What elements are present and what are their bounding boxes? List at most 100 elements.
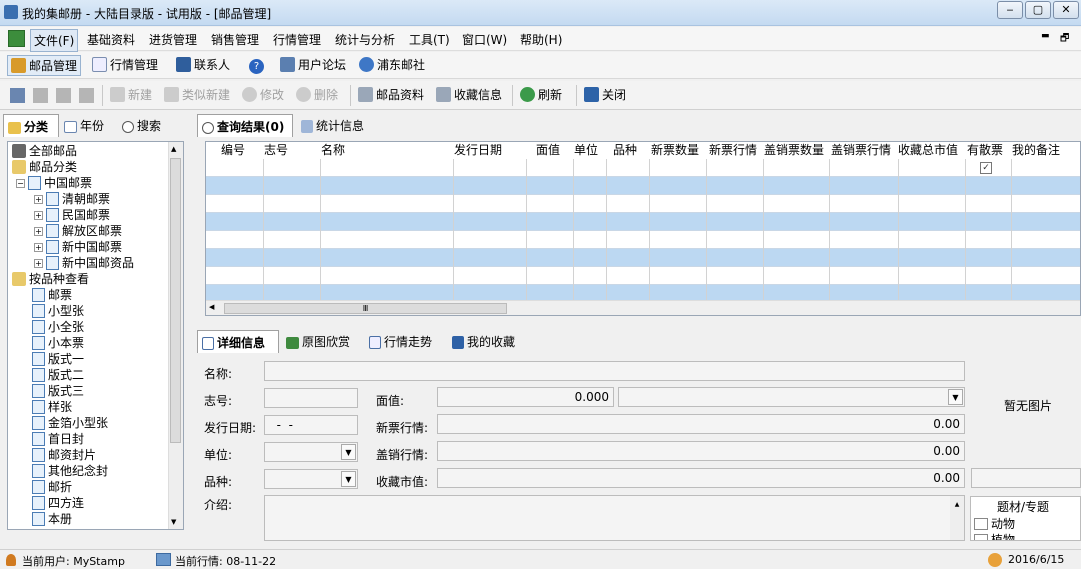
tree-collapse-icon[interactable] <box>33 88 48 103</box>
column-header[interactable]: 我的备注 <box>1012 142 1060 159</box>
intro-scrollbar[interactable]: ▲ <box>950 496 964 540</box>
tree-node-china[interactable]: − 中国邮票 <box>16 176 92 191</box>
scroll-thumb[interactable] <box>170 158 181 443</box>
tab-detail-info[interactable]: 详细信息 <box>197 330 279 353</box>
refresh-button[interactable]: 刷新 <box>520 87 562 103</box>
face-unit-select[interactable]: ▼ <box>618 387 965 407</box>
lock-icon[interactable] <box>56 88 71 103</box>
tab-my-collection[interactable]: 我的收藏 <box>448 330 528 353</box>
face-value-field[interactable]: 0.000 <box>437 387 614 407</box>
tree-expand-icon[interactable] <box>10 88 25 103</box>
tab-category[interactable]: 分类 <box>3 114 59 137</box>
code-field[interactable] <box>264 388 358 408</box>
theme-item-plant[interactable]: 植物 <box>974 531 1015 540</box>
expand-icon[interactable]: + <box>34 211 43 220</box>
tree-node-type[interactable]: 其他纪念封 <box>32 464 108 479</box>
help-button[interactable]: ? <box>246 55 267 76</box>
menu-help[interactable]: 帮助(H) <box>520 31 562 48</box>
column-header[interactable]: 新票行情 <box>709 142 757 159</box>
scroll-down-icon[interactable]: ▼ <box>171 518 176 526</box>
menu-stats[interactable]: 统计与分析 <box>335 31 395 48</box>
nav-user-forum[interactable]: 用户论坛 <box>277 55 349 76</box>
mdi-minimize-button[interactable]: ▬ <box>1041 31 1050 41</box>
close-doc-button[interactable]: 关闭 <box>584 87 626 103</box>
tree-settings-icon[interactable] <box>79 88 94 103</box>
column-header[interactable]: 面值 <box>536 142 560 159</box>
tab-search[interactable]: 搜索 <box>118 114 174 137</box>
column-header[interactable]: 盖销票数量 <box>764 142 824 159</box>
theme-list[interactable]: 题材/专题 动物 植物 <box>970 496 1081 541</box>
similar-new-button[interactable]: 类似新建 <box>164 87 230 103</box>
column-header[interactable]: 名称 <box>321 142 345 159</box>
column-header[interactable]: 编号 <box>221 142 245 159</box>
scroll-up-icon[interactable]: ▲ <box>171 145 176 153</box>
scroll-thumb[interactable]: Ⅲ <box>224 303 507 314</box>
table-row[interactable] <box>206 249 1080 267</box>
menu-file[interactable]: 文件(F) <box>30 29 79 52</box>
collection-info-button[interactable]: 收藏信息 <box>436 87 502 103</box>
expand-icon[interactable]: + <box>34 195 43 204</box>
tree-node-new-china[interactable]: + 新中国邮票 <box>34 240 122 255</box>
column-header[interactable]: 单位 <box>574 142 598 159</box>
tab-original-image[interactable]: 原图欣赏 <box>282 330 362 353</box>
tree-node-type[interactable]: 样张 <box>32 400 72 415</box>
tab-market-trend[interactable]: 行情走势 <box>365 330 445 353</box>
edit-button[interactable]: 修改 <box>242 87 284 103</box>
menu-market[interactable]: 行情管理 <box>273 31 321 48</box>
theme-item-animal[interactable]: 动物 <box>974 515 1015 532</box>
table-row[interactable] <box>206 267 1080 285</box>
maximize-button[interactable]: ▢ <box>1025 1 1051 19</box>
mdi-icon[interactable] <box>8 30 25 47</box>
tree-node-republic[interactable]: + 民国邮票 <box>34 208 110 223</box>
tree-node-type[interactable]: 邮票 <box>32 288 72 303</box>
menu-sales[interactable]: 销售管理 <box>211 31 259 48</box>
new-button[interactable]: 新建 <box>110 87 152 103</box>
tree-node-category-root[interactable]: 邮品分类 <box>12 160 77 175</box>
table-row[interactable] <box>206 213 1080 231</box>
column-header[interactable]: 志号 <box>264 142 288 159</box>
tree-node-type[interactable]: 小型张 <box>32 304 84 319</box>
expand-icon[interactable]: + <box>34 227 43 236</box>
loose-stamp-checkbox[interactable]: ✓ <box>980 162 992 174</box>
tree-node-by-type[interactable]: 按品种查看 <box>12 272 89 287</box>
grid-hscrollbar[interactable]: ◀ Ⅲ <box>206 300 1080 315</box>
tree-node-type[interactable]: 版式二 <box>32 368 84 383</box>
tree-node-type[interactable]: 版式三 <box>32 384 84 399</box>
chevron-down-icon[interactable]: ▼ <box>341 444 356 460</box>
mdi-restore-button[interactable]: 🗗 <box>1060 31 1069 48</box>
market-value-field[interactable]: 0.00 <box>437 468 965 488</box>
category-tree[interactable]: 全部邮品 邮品分类 − 中国邮票 + 清朝邮票 + 民国邮票 + 解放区邮票 + 新中国邮… <box>7 141 184 530</box>
delete-button[interactable]: 删除 <box>296 87 338 103</box>
table-row[interactable] <box>206 177 1080 195</box>
scroll-left-icon[interactable]: ◀ <box>209 303 214 311</box>
issue-date-field[interactable]: - - <box>264 415 358 435</box>
table-row[interactable] <box>206 231 1080 249</box>
tree-node-type[interactable]: 小本票 <box>32 336 84 351</box>
tree-node-type[interactable]: 四方连 <box>32 496 84 511</box>
collapse-icon[interactable]: − <box>16 179 25 188</box>
tree-node-qing[interactable]: + 清朝邮票 <box>34 192 110 207</box>
menu-basic-data[interactable]: 基础资料 <box>87 31 135 48</box>
column-header[interactable]: 有散票 <box>967 142 1003 159</box>
tree-node-new-china-postal[interactable]: + 新中国邮资品 <box>34 256 134 271</box>
tree-node-type[interactable]: 首日封 <box>32 432 84 447</box>
tree-scrollbar[interactable]: ▲ ▼ <box>168 142 183 529</box>
intro-field[interactable]: ▲ <box>264 495 965 541</box>
chevron-down-icon[interactable]: ▼ <box>341 471 356 487</box>
used-price-field[interactable]: 0.00 <box>437 441 965 461</box>
table-row[interactable]: ✓ <box>206 159 1080 177</box>
column-header[interactable]: 盖销票行情 <box>831 142 891 159</box>
column-header[interactable]: 品种 <box>613 142 637 159</box>
column-header[interactable]: 新票数量 <box>651 142 699 159</box>
tab-query-results[interactable]: 查询结果(0) <box>197 114 293 137</box>
tree-node-liberated[interactable]: + 解放区邮票 <box>34 224 122 239</box>
unit-select[interactable]: ▼ <box>264 442 358 462</box>
variety-select[interactable]: ▼ <box>264 469 358 489</box>
table-row[interactable] <box>206 195 1080 213</box>
tree-node-type[interactable]: 本册 <box>32 512 72 527</box>
checkbox[interactable] <box>974 518 988 530</box>
nav-stamp-management[interactable]: 邮品管理 <box>7 55 82 76</box>
name-field[interactable] <box>264 361 965 381</box>
tree-node-type[interactable]: 金箔小型张 <box>32 416 108 431</box>
nav-contacts[interactable]: 联系人 <box>173 55 233 76</box>
